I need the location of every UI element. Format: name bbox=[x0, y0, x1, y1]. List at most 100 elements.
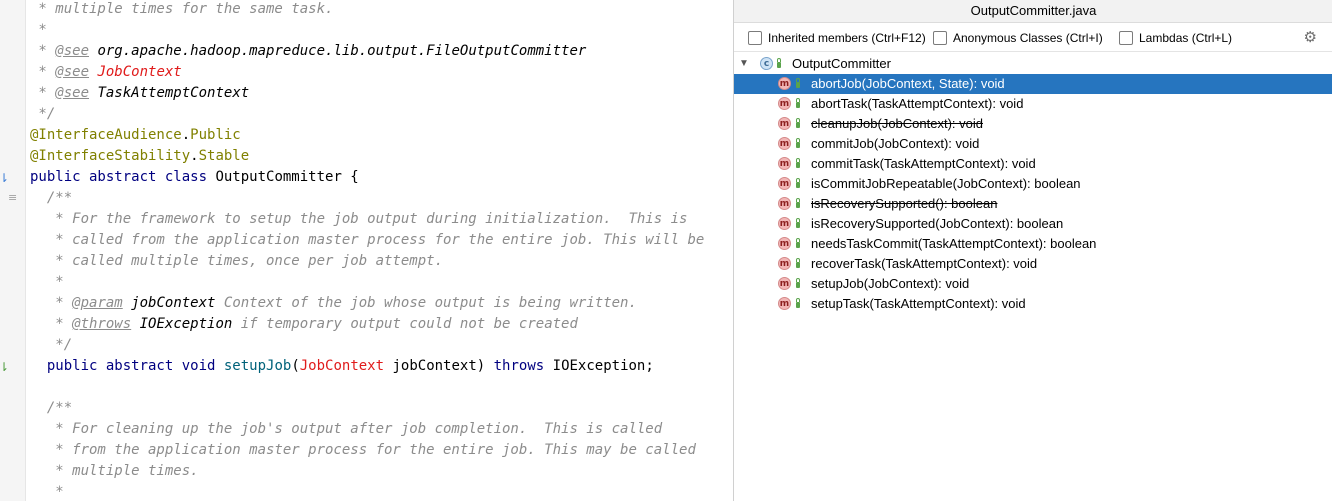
code-token: @throws bbox=[72, 316, 132, 332]
method-signature: abortTask(TaskAttemptContext): void bbox=[811, 96, 1024, 111]
code-line[interactable]: /** bbox=[30, 188, 72, 209]
code-token: . bbox=[190, 148, 199, 164]
code-line[interactable]: * bbox=[30, 272, 64, 293]
code-token: * bbox=[30, 274, 64, 290]
method-signature: isCommitJobRepeatable(JobContext): boole… bbox=[811, 176, 1081, 191]
code-token: . bbox=[181, 127, 191, 143]
code-token: @see bbox=[55, 64, 90, 80]
tree-root-class[interactable]: ▼ c OutputCommitter bbox=[734, 54, 1332, 74]
tree-member-method[interactable]: m needsTaskCommit(TaskAttemptContext): bo… bbox=[734, 234, 1332, 254]
code-editor[interactable]: ⇂ ≡ ⇂ * multiple times for the same task… bbox=[0, 0, 733, 501]
tree-member-method[interactable]: m setupJob(JobContext): void bbox=[734, 274, 1332, 294]
checkbox-icon[interactable] bbox=[1119, 30, 1133, 45]
code-token: IOException; bbox=[552, 358, 654, 374]
method-icon: m bbox=[778, 257, 791, 270]
method-icon: m bbox=[778, 237, 791, 250]
code-line[interactable]: * bbox=[30, 482, 63, 501]
tree-member-method[interactable]: m abortTask(TaskAttemptContext): void bbox=[734, 94, 1332, 114]
code-token: IOException bbox=[139, 316, 233, 332]
tree-member-method[interactable]: m isCommitJobRepeatable(JobContext): bool… bbox=[734, 174, 1332, 194]
code-token: if temporary output could not be created bbox=[232, 316, 578, 332]
lambdas-checkbox[interactable]: Lambdas (Ctrl+L) bbox=[1119, 30, 1232, 46]
tree-member-method[interactable]: m cleanupJob(JobContext): void bbox=[734, 114, 1332, 134]
code-line[interactable]: * For the framework to setup the job out… bbox=[30, 209, 687, 230]
code-token: jobContext bbox=[131, 295, 216, 311]
tree-member-method[interactable]: m commitJob(JobContext): void bbox=[734, 134, 1332, 154]
code-token: @see bbox=[55, 85, 90, 101]
class-name: OutputCommitter bbox=[792, 56, 891, 71]
code-token: jobContext) bbox=[384, 358, 494, 374]
method-signature: isRecoverySupported(): boolean bbox=[811, 196, 998, 211]
code-line[interactable]: * called from the application master pro… bbox=[30, 230, 704, 251]
implementations-gutter-icon[interactable]: ⇂ bbox=[0, 360, 9, 374]
code-token: throws bbox=[493, 358, 553, 374]
method-signature: commitTask(TaskAttemptContext): void bbox=[811, 156, 1036, 171]
checkbox-label: Anonymous Classes (Ctrl+I) bbox=[953, 31, 1103, 45]
method-signature: cleanupJob(JobContext): void bbox=[811, 116, 983, 131]
method-signature: isRecoverySupported(JobContext): boolean bbox=[811, 216, 1064, 231]
method-signature: setupTask(TaskAttemptContext): void bbox=[811, 296, 1026, 311]
code-line[interactable]: * multiple times. bbox=[30, 461, 199, 482]
checkbox-icon[interactable] bbox=[933, 30, 947, 45]
code-token: Context of the job whose output is being… bbox=[215, 295, 637, 311]
code-line[interactable]: /** bbox=[30, 398, 72, 419]
method-icon: m bbox=[778, 197, 791, 210]
code-line[interactable]: @InterfaceAudience.Public bbox=[30, 125, 241, 146]
code-token: @param bbox=[72, 295, 123, 311]
tree-member-method[interactable]: m isRecoverySupported(): boolean bbox=[734, 194, 1332, 214]
code-token: Public bbox=[190, 127, 241, 143]
structure-options-bar: Inherited members (Ctrl+F12) Anonymous C… bbox=[734, 23, 1332, 52]
checkbox-icon[interactable] bbox=[748, 30, 762, 45]
tree-member-method[interactable]: m abortJob(JobContext, State): void bbox=[734, 74, 1332, 94]
tree-member-method[interactable]: m recoverTask(TaskAttemptContext): void bbox=[734, 254, 1332, 274]
chevron-down-icon[interactable]: ▼ bbox=[739, 54, 749, 74]
code-line[interactable]: public abstract void setupJob(JobContext… bbox=[30, 356, 654, 377]
tree-member-method[interactable]: m isRecoverySupported(JobContext): boolea… bbox=[734, 214, 1332, 234]
code-line[interactable]: * @param jobContext Context of the job w… bbox=[30, 293, 637, 314]
code-token: * bbox=[30, 316, 73, 332]
class-icon: c bbox=[760, 57, 773, 70]
code-line[interactable]: * @throws IOException if temporary outpu… bbox=[30, 314, 578, 335]
anonymous-classes-checkbox[interactable]: Anonymous Classes (Ctrl+I) bbox=[933, 30, 1103, 46]
code-token: */ bbox=[30, 106, 56, 122]
code-line[interactable]: @InterfaceStability.Stable bbox=[30, 146, 249, 167]
code-line[interactable]: * from the application master process fo… bbox=[30, 440, 696, 461]
code-token: Stable bbox=[198, 148, 250, 164]
method-signature: abortJob(JobContext, State): void bbox=[811, 76, 1005, 91]
method-icon: m bbox=[778, 117, 791, 130]
code-line[interactable]: * @see TaskAttemptContext bbox=[30, 83, 249, 104]
method-signature: setupJob(JobContext): void bbox=[811, 276, 970, 291]
code-line[interactable]: * multiple times for the same task. bbox=[30, 0, 333, 20]
code-token: * called from the application master pro… bbox=[30, 232, 705, 248]
code-line[interactable]: */ bbox=[30, 335, 72, 356]
code-token: @InterfaceStability bbox=[30, 148, 191, 164]
code-line[interactable]: * @see org.apache.hadoop.mapreduce.lib.o… bbox=[30, 41, 586, 62]
implemented-method-gutter-icon[interactable]: ⇂ bbox=[0, 171, 9, 185]
checkbox-label: Inherited members (Ctrl+F12) bbox=[768, 31, 926, 45]
code-token: /** bbox=[30, 190, 73, 206]
code-line[interactable]: * @see JobContext bbox=[30, 62, 181, 83]
code-line[interactable]: public abstract class OutputCommitter { bbox=[30, 167, 359, 188]
method-icon: m bbox=[778, 177, 791, 190]
fold-marker-icon[interactable]: ≡ bbox=[8, 191, 17, 204]
public-visibility-icon bbox=[796, 278, 800, 288]
code-line[interactable]: */ bbox=[30, 104, 55, 125]
structure-panel: OutputCommitter.java Inherited members (… bbox=[733, 0, 1332, 501]
code-token: org.apache.hadoop.mapreduce.lib.output.F… bbox=[97, 43, 587, 59]
gear-icon[interactable]: ⚙ bbox=[1304, 28, 1317, 46]
code-line[interactable]: * For cleaning up the job's output after… bbox=[30, 419, 662, 440]
code-token: * bbox=[30, 295, 73, 311]
tree-member-method[interactable]: m commitTask(TaskAttemptContext): void bbox=[734, 154, 1332, 174]
tree-member-method[interactable]: m setupTask(TaskAttemptContext): void bbox=[734, 294, 1332, 314]
code-line[interactable]: * called multiple times, once per job at… bbox=[30, 251, 443, 272]
code-token: * from the application master process fo… bbox=[30, 442, 696, 458]
method-icon: m bbox=[778, 297, 791, 310]
code-token: /** bbox=[30, 400, 73, 416]
code-token: * multiple times for the same task. bbox=[30, 1, 334, 17]
inherited-members-checkbox[interactable]: Inherited members (Ctrl+F12) bbox=[748, 30, 926, 46]
code-token: * multiple times. bbox=[30, 463, 199, 479]
code-token: * bbox=[30, 43, 56, 59]
code-line[interactable]: * bbox=[30, 20, 46, 41]
